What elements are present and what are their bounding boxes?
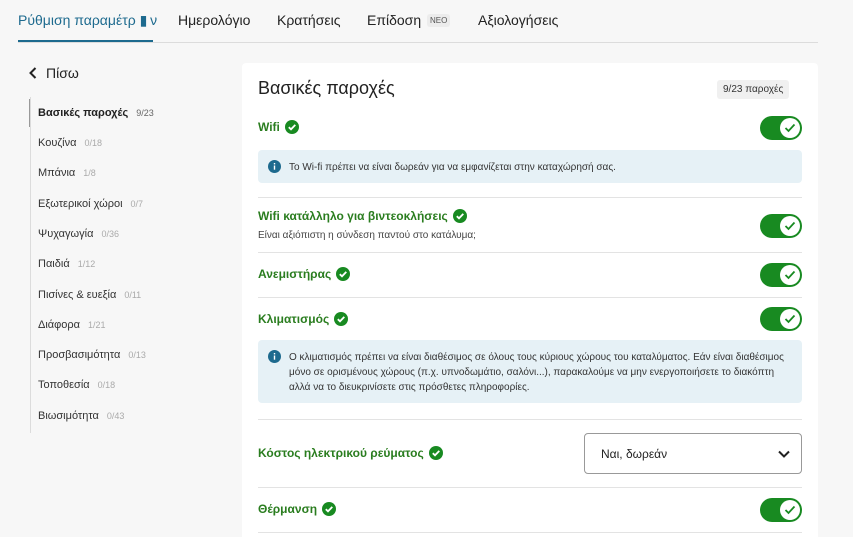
check-circle-icon	[336, 267, 351, 281]
fan-label: Ανεμιστήρας	[258, 267, 332, 281]
row-divider	[258, 419, 802, 420]
toggle-knob	[780, 216, 800, 236]
sidebar-item-label: Διάφορα	[38, 319, 81, 331]
sidebar-item-count: 1/21	[88, 320, 106, 330]
heating-toggle[interactable]	[760, 498, 802, 522]
sidebar-item-accessibility[interactable]: Προσβασιμότητα 0/13	[38, 346, 146, 364]
toggle-knob	[780, 309, 800, 329]
wifi-video-sub: Είναι αξιόπιστη η σύνδεση παντού στο κατ…	[258, 230, 476, 241]
sidebar-item-count: 0/18	[84, 138, 103, 148]
fan-row: Ανεμιστήρας	[258, 267, 351, 281]
sidebar-item-label: Πισίνες & ευεξία	[38, 289, 117, 301]
row-divider	[258, 197, 802, 198]
ac-info-box: Ο κλιματισμός πρέπει να είναι διαθέσιμος…	[258, 340, 802, 403]
page-title: Βασικές παροχές	[258, 78, 395, 98]
heating-label: Θέρμανση	[258, 502, 318, 516]
sidebar-item-count: 9/23	[136, 108, 154, 118]
wifi-toggle[interactable]	[760, 116, 802, 140]
ac-row: Κλιματισμός	[258, 312, 349, 326]
sidebar-item-count: 0/7	[130, 199, 144, 209]
row-divider	[258, 532, 802, 533]
ac-toggle[interactable]	[760, 307, 802, 331]
sidebar-item-label: Κουζίνα	[38, 137, 77, 149]
sidebar-item-count: 1/12	[77, 259, 96, 269]
sidebar: Βασικές παροχές 9/23 Κουζίνα 0/18 Μπάνια…	[30, 97, 230, 433]
wifi-row: Wifi	[258, 120, 299, 134]
toggle-knob	[780, 118, 800, 138]
chevron-down-icon	[778, 450, 790, 458]
top-navigation: Ρύθμιση παραμέτρ ▮ ν Ημερολόγιο Κρατήσει…	[0, 0, 853, 43]
amenities-count-badge: 9/23 παροχές	[717, 80, 790, 99]
sidebar-item-label: Προσβασιμότητα	[38, 349, 121, 361]
chevron-left-icon	[29, 67, 37, 79]
check-circle-icon	[428, 446, 443, 460]
check-circle-icon	[452, 209, 467, 223]
sidebar-item-count: 0/13	[128, 350, 146, 360]
check-circle-icon	[334, 312, 349, 326]
sidebar-item-count: 0/18	[97, 380, 116, 390]
sidebar-item-label: Τοποθεσία	[38, 379, 90, 391]
tab-setup[interactable]: Ρύθμιση παραμέτρ ▮ ν	[18, 12, 157, 29]
info-icon	[268, 350, 281, 363]
ac-label: Κλιματισμός	[258, 312, 330, 326]
sidebar-item-outdoor[interactable]: Εξωτερικοί χώροι 0/7	[38, 195, 143, 213]
sidebar-item-basic-amenities[interactable]: Βασικές παροχές 9/23	[38, 104, 154, 122]
sidebar-item-misc[interactable]: Διάφορα 1/21	[38, 316, 106, 334]
tab-reviews[interactable]: Αξιολογήσεις	[478, 12, 558, 28]
info-icon	[268, 160, 281, 173]
nav-divider	[18, 42, 818, 43]
sidebar-item-bathrooms[interactable]: Μπάνια 1/8	[38, 164, 96, 182]
row-divider	[258, 252, 802, 253]
check-icon	[784, 505, 796, 515]
sidebar-item-pools-wellness[interactable]: Πισίνες & ευεξία 0/11	[38, 286, 141, 304]
electricity-label: Κόστος ηλεκτρικού ρεύματος	[258, 446, 424, 460]
wifi-info-box: Το Wi-fi πρέπει να είναι δωρεάν για να ε…	[258, 150, 802, 183]
sidebar-item-entertainment[interactable]: Ψυχαγωγία 0/36	[38, 225, 119, 243]
sidebar-item-location[interactable]: Τοποθεσία 0/18	[38, 376, 115, 394]
toggle-knob	[780, 265, 800, 285]
tab-calendar[interactable]: Ημερολόγιο	[178, 12, 250, 28]
sidebar-item-count: 1/8	[83, 168, 96, 178]
back-label: Πίσω	[46, 65, 79, 81]
sidebar-item-kids[interactable]: Παιδιά 1/12	[38, 255, 95, 273]
check-icon	[784, 270, 796, 280]
fan-toggle[interactable]	[760, 263, 802, 287]
check-circle-icon	[284, 120, 299, 134]
check-icon	[784, 314, 796, 324]
check-circle-icon	[322, 502, 337, 516]
electricity-row: Κόστος ηλεκτρικού ρεύματος	[258, 446, 443, 460]
tab-performance[interactable]: Επίδοση	[367, 12, 421, 28]
sidebar-item-label: Βασικές παροχές	[38, 107, 129, 119]
heating-row: Θέρμανση	[258, 502, 337, 516]
select-value: Ναι, δωρεάν	[601, 447, 668, 461]
row-divider	[258, 297, 802, 298]
tab-bookings[interactable]: Κρατήσεις	[277, 12, 340, 28]
check-icon	[784, 123, 796, 133]
electricity-cost-select[interactable]: Ναι, δωρεάν	[584, 433, 802, 474]
sidebar-item-label: Παιδιά	[38, 258, 70, 270]
sidebar-item-count: 0/36	[101, 229, 119, 239]
back-link[interactable]: Πίσω	[28, 64, 79, 82]
new-badge: ΝΕΟ	[427, 14, 451, 27]
wifi-video-row: Wifi κατάλληλο για βιντεοκλήσεις	[258, 209, 467, 223]
wifi-video-label: Wifi κατάλληλο για βιντεοκλήσεις	[258, 209, 448, 223]
sidebar-item-label: Μπάνια	[38, 167, 76, 179]
wifi-video-toggle[interactable]	[760, 214, 802, 238]
wifi-info-text: Το Wi-fi πρέπει να είναι δωρεάν για να ε…	[289, 162, 616, 173]
sidebar-item-label: Βιωσιμότητα	[38, 410, 99, 422]
sidebar-item-label: Εξωτερικοί χώροι	[38, 198, 123, 210]
sidebar-item-kitchen[interactable]: Κουζίνα 0/18	[38, 134, 102, 152]
active-tab-indicator	[18, 40, 153, 42]
toggle-knob	[780, 500, 800, 520]
check-icon	[784, 221, 796, 231]
wifi-label: Wifi	[258, 120, 280, 134]
row-divider	[258, 487, 802, 488]
sidebar-item-count: 0/11	[124, 290, 142, 300]
ac-info-text: Ο κλιματισμός πρέπει να είναι διαθέσιμος…	[289, 352, 784, 393]
sidebar-item-label: Ψυχαγωγία	[38, 228, 94, 240]
sidebar-item-sustainability[interactable]: Βιωσιμότητα 0/43	[38, 407, 124, 425]
sidebar-item-count: 0/43	[106, 411, 125, 421]
